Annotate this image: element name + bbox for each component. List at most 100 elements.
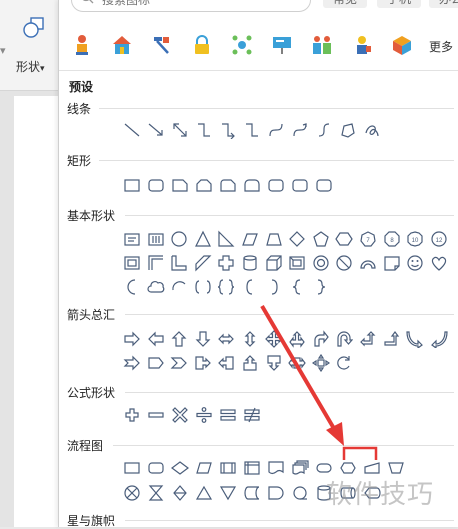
shape-smiley[interactable] (406, 254, 424, 272)
shape-chevron[interactable] (170, 354, 188, 372)
shape-a-left[interactable] (147, 330, 165, 348)
shape-a-l-up[interactable] (359, 330, 377, 348)
shape-f-extract[interactable] (195, 484, 213, 502)
shape-round-snip[interactable] (219, 176, 237, 194)
shape-r-brace[interactable] (312, 278, 330, 296)
shape-dbl-arrow[interactable] (171, 121, 189, 139)
shape-f-merge[interactable] (219, 484, 237, 502)
shape-can[interactable] (241, 254, 259, 272)
shape-dbl-bracket[interactable] (194, 278, 212, 296)
shape-arc-block[interactable] (359, 254, 377, 272)
shape-f-sort[interactable] (171, 484, 189, 502)
shape-rrect[interactable] (147, 176, 165, 194)
shape-a-l-r-u[interactable] (288, 330, 306, 348)
shape-para[interactable] (241, 230, 259, 248)
shape-a-notched[interactable] (123, 354, 141, 372)
shape-a-down[interactable] (194, 330, 212, 348)
shape-octagon[interactable]: 8 (383, 230, 401, 248)
shape-heart[interactable] (430, 254, 448, 272)
shape-a-curve-r[interactable] (406, 330, 424, 348)
shape-f-doc[interactable] (267, 459, 285, 477)
shape-vtext[interactable] (147, 230, 165, 248)
shape-curve[interactable] (267, 121, 285, 139)
shape-bevel[interactable] (288, 254, 306, 272)
shape-circle[interactable] (170, 230, 188, 248)
tools-icon[interactable] (151, 34, 173, 56)
shape-triangle[interactable] (194, 230, 212, 248)
ribbon-dropdown-caret[interactable]: ▾ (0, 44, 10, 57)
shape-a-uturn[interactable] (335, 330, 353, 348)
shape-no-sym[interactable] (335, 254, 353, 272)
shape-a-up[interactable] (170, 330, 188, 348)
shape-rrect[interactable] (267, 176, 285, 194)
shape-callout-d[interactable] (265, 354, 283, 372)
shape-a-right[interactable] (123, 330, 141, 348)
shape-moon[interactable] (123, 278, 141, 296)
shape-f-decision[interactable] (171, 459, 189, 477)
shape-arrow-line[interactable] (147, 121, 165, 139)
shape-diag-stripe[interactable] (194, 254, 212, 272)
presentation-icon[interactable] (271, 34, 293, 56)
shape-scribble[interactable] (363, 121, 381, 139)
shape-trap[interactable] (265, 230, 283, 248)
shape-f-process[interactable] (123, 459, 141, 477)
shape-eq-minus[interactable] (147, 406, 165, 424)
chip-office[interactable]: 办公 (429, 0, 458, 8)
shape-snip[interactable] (171, 176, 189, 194)
shape-s-curve[interactable] (315, 121, 333, 139)
shape-a-l-r[interactable] (217, 330, 235, 348)
shape-half-frame[interactable] (147, 254, 165, 272)
more-icons-link[interactable]: 更多 (429, 38, 453, 55)
chip-common[interactable]: 常见 (323, 0, 368, 8)
box-icon[interactable] (391, 34, 413, 56)
shape-snip2[interactable] (195, 176, 213, 194)
shape-eq-eq[interactable] (219, 406, 237, 424)
shape-rect[interactable] (123, 176, 141, 194)
shape-callout-r[interactable] (194, 354, 212, 372)
shape-frame[interactable] (123, 254, 141, 272)
shape-eq-mult[interactable] (171, 406, 189, 424)
shape-f-collate[interactable] (147, 484, 165, 502)
shape-elbow[interactable] (195, 121, 213, 139)
shape-f-predef[interactable] (219, 459, 237, 477)
shape-line[interactable] (123, 121, 141, 139)
shape-round-top[interactable] (243, 176, 261, 194)
chip-phone[interactable]: 手机 (377, 0, 422, 8)
shape-f-sum-junction[interactable] (123, 484, 141, 502)
shape-l-brace[interactable] (288, 278, 306, 296)
molecule-icon[interactable] (231, 34, 253, 56)
shape-rtri[interactable] (217, 230, 235, 248)
worker-icon[interactable] (71, 34, 93, 56)
shape-f-internal[interactable] (243, 459, 261, 477)
search-input[interactable] (100, 0, 294, 9)
shape-a-bent-up[interactable] (383, 330, 401, 348)
shape-eq-plus[interactable] (123, 406, 141, 424)
shape-cloud[interactable] (147, 278, 165, 296)
shape-callout-l[interactable] (217, 354, 235, 372)
shape-rrect[interactable] (315, 176, 333, 194)
shape-f-seq[interactable] (291, 484, 309, 502)
shape-eq-div[interactable] (195, 406, 213, 424)
shape-f-delay[interactable] (267, 484, 285, 502)
shape-hexagon[interactable] (335, 230, 353, 248)
shape-a-bent[interactable] (312, 330, 330, 348)
shape-f-multi[interactable] (291, 459, 309, 477)
shape-eq-neq[interactable] (243, 406, 261, 424)
lock-icon[interactable] (191, 34, 213, 56)
shape-donut[interactable] (312, 254, 330, 272)
shape-a-u-d[interactable] (241, 330, 259, 348)
shape-button[interactable]: 形状▾ (14, 16, 54, 74)
shape-corner[interactable] (170, 254, 188, 272)
shape-curve-arrow[interactable] (291, 121, 309, 139)
document-page[interactable] (14, 96, 58, 527)
shape-diamond[interactable] (288, 230, 306, 248)
shape-dbl-brace[interactable] (217, 278, 235, 296)
house-icon[interactable] (111, 34, 133, 56)
shape-freeform[interactable] (339, 121, 357, 139)
team-icon[interactable] (311, 34, 333, 56)
shape-f-data[interactable] (195, 459, 213, 477)
shape-textbox[interactable] (123, 230, 141, 248)
shape-callout-quad[interactable] (312, 354, 330, 372)
shape-rrect[interactable] (291, 176, 309, 194)
shape-f-stored[interactable] (243, 484, 261, 502)
